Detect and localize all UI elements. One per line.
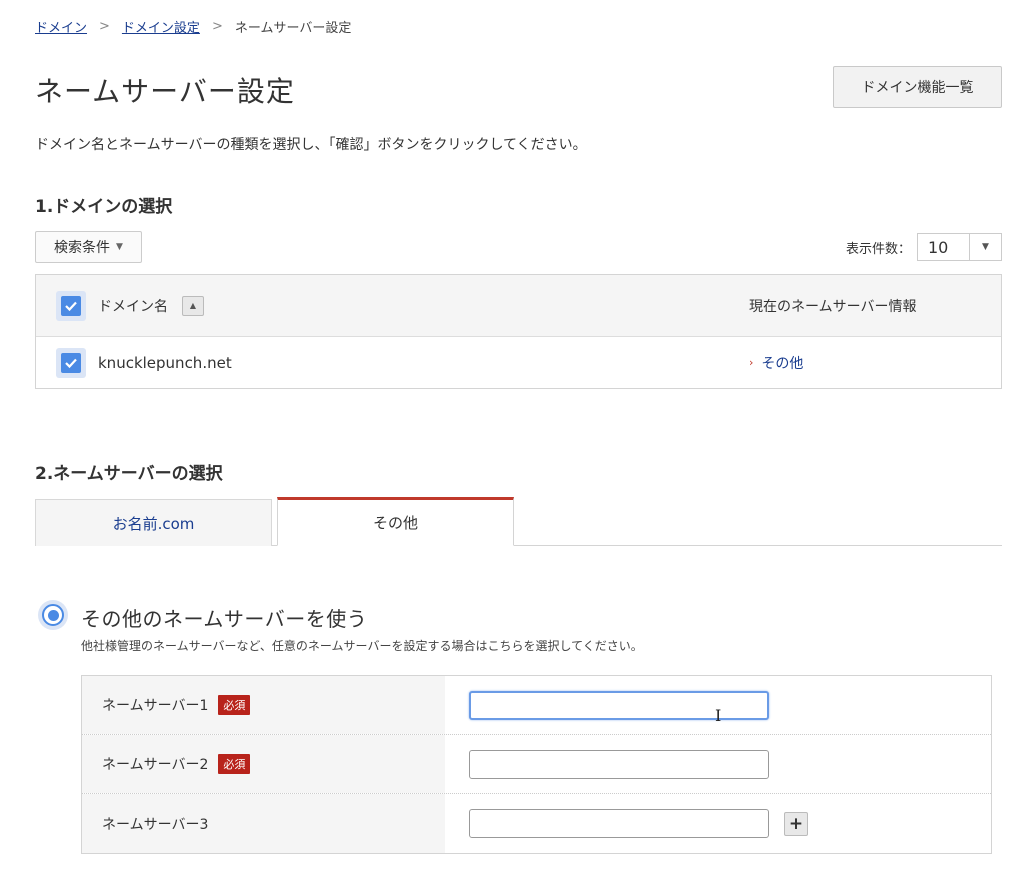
nameserver-label: ネームサーバー3 — [102, 816, 209, 833]
nameserver-form-table: ネームサーバー1 必須 ネームサーバー2 必須 ネームサーバー3 + — [81, 675, 992, 854]
column-header-domain: ドメイン名 — [98, 298, 168, 315]
page-size-control: 表示件数： 10 ▼ — [846, 233, 1002, 261]
required-badge: 必須 — [218, 754, 251, 774]
nameserver-2-input[interactable] — [469, 750, 769, 779]
search-conditions-label: 検索条件 — [54, 240, 111, 256]
radio-dot — [47, 609, 59, 621]
nameserver-input-cell: + — [445, 794, 991, 853]
other-nameserver-description: 他社様管理のネームサーバーなど、任意のネームサーバーを設定する場合はこちらを選択… — [81, 639, 643, 653]
page-size-value: 10 — [928, 237, 949, 257]
nameserver-input-cell — [445, 735, 991, 793]
row-domain-name: knucklepunch.net — [98, 353, 232, 372]
section-domain-select-heading: 1.ドメインの選択 — [35, 197, 173, 217]
nameserver-input-cell — [445, 676, 991, 734]
breadcrumb-link-domain-settings[interactable]: ドメイン設定 — [122, 17, 200, 36]
row-nameserver-text: その他 — [761, 355, 804, 372]
plus-icon[interactable]: + — [784, 812, 808, 836]
page-size-select[interactable]: 10 ▼ — [917, 233, 1002, 261]
other-nameserver-radio-label[interactable]: その他のネームサーバーを使う — [81, 603, 367, 632]
table-header: ドメイン名 ▲ 現在のネームサーバー情報 — [36, 275, 1001, 337]
nameserver-label: ネームサーバー2 — [102, 757, 209, 773]
required-badge: 必須 — [218, 695, 251, 715]
other-nameserver-radio[interactable] — [38, 600, 68, 630]
nameserver-row-3: ネームサーバー3 + — [82, 794, 991, 853]
search-conditions-button[interactable]: 検索条件 ▼ — [35, 231, 142, 263]
nameserver-label-cell: ネームサーバー1 必須 — [82, 676, 445, 734]
tab-other[interactable]: その他 — [277, 497, 514, 546]
nameserver-label: ネームサーバー1 — [102, 698, 209, 714]
select-all-checkbox[interactable] — [56, 290, 86, 321]
nameserver-1-input[interactable] — [469, 691, 769, 720]
row-nameserver-link[interactable]: › その他 — [749, 353, 803, 373]
table-row: knucklepunch.net › その他 — [36, 337, 1001, 388]
page-size-label: 表示件数： — [845, 241, 911, 257]
radio-outer — [42, 604, 64, 626]
intro-text: ドメイン名とネームサーバーの種類を選択し、「確認」ボタンをクリックしてください。 — [35, 137, 587, 153]
checkmark-icon — [61, 352, 81, 373]
sort-up-icon[interactable]: ▲ — [182, 295, 204, 316]
chevron-right-icon: > — [99, 19, 110, 34]
breadcrumb-current: ネームサーバー設定 — [234, 21, 352, 36]
nameserver-label-cell: ネームサーバー2 必須 — [82, 735, 445, 793]
domain-features-button[interactable]: ドメイン機能一覧 — [833, 66, 1002, 108]
nameserver-row-2: ネームサーバー2 必須 — [82, 735, 991, 794]
checkmark-icon — [61, 295, 81, 316]
page-title: ネームサーバー設定 — [35, 75, 295, 108]
domain-table: ドメイン名 ▲ 現在のネームサーバー情報 knucklepunch.net › … — [35, 274, 1002, 389]
text-cursor-icon: I — [715, 706, 722, 725]
nameserver-tabs: お名前.com その他 — [35, 497, 1002, 546]
caret-down-icon[interactable]: ▼ — [969, 234, 1001, 260]
caret-down-icon: ▼ — [116, 242, 123, 252]
chevron-right-icon: › — [749, 356, 754, 369]
nameserver-3-input[interactable] — [469, 809, 769, 838]
chevron-right-icon: > — [211, 19, 223, 34]
column-header-nameserver: 現在のネームサーバー情報 — [749, 298, 917, 315]
nameserver-label-cell: ネームサーバー3 — [82, 794, 445, 853]
nameserver-row-1: ネームサーバー1 必須 — [82, 676, 991, 735]
section-nameserver-select-heading: 2.ネームサーバーの選択 — [35, 464, 223, 484]
breadcrumb: ドメイン > ドメイン設定 > ネームサーバー設定 — [35, 17, 351, 36]
tab-onamae[interactable]: お名前.com — [35, 499, 272, 546]
breadcrumb-link-domain[interactable]: ドメイン — [35, 17, 87, 36]
row-checkbox[interactable] — [56, 347, 86, 378]
